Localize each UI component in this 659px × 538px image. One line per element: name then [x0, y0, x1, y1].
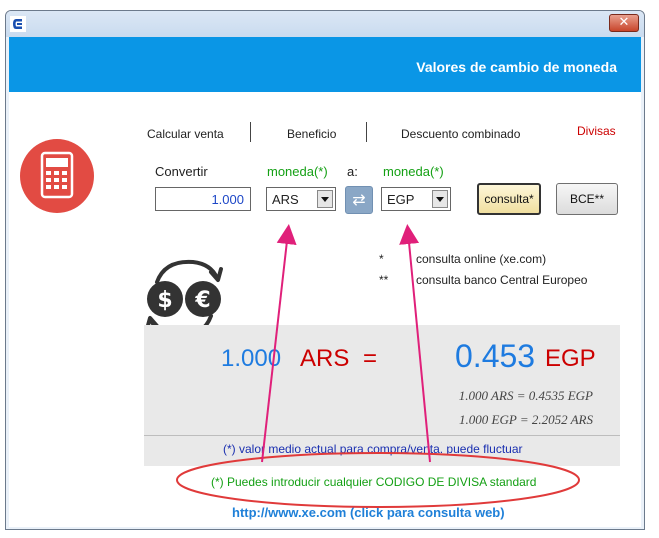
note-online: consulta online (xe.com) — [416, 252, 547, 266]
rate-line-reverse: 1.000 EGP = 2.2052 ARS — [459, 412, 593, 427]
rate-line-forward: 1.000 ARS = 0.4535 EGP — [458, 388, 593, 403]
svg-text:€: € — [194, 288, 210, 313]
header-title: Valores de cambio de moneda — [416, 59, 617, 75]
to-label: a: — [347, 164, 358, 179]
result-equals: = — [363, 345, 378, 372]
calculator-icon — [20, 139, 94, 213]
tab-divisas[interactable]: Divisas — [577, 124, 616, 138]
result-from-currency: ARS — [300, 345, 350, 372]
tab-descuento-combinado[interactable]: Descuento combinado — [401, 127, 520, 141]
result-to-currency: EGP — [545, 345, 596, 372]
consulta-button[interactable]: consulta* — [477, 183, 541, 215]
note-bce: consulta banco Central Europeo — [416, 273, 588, 287]
currency-code-hint: (*) Puedes introducir cualquier CODIGO D… — [211, 475, 537, 489]
result-to-amount: 0.453 — [455, 338, 536, 374]
convert-label: Convertir — [155, 164, 208, 179]
amount-input[interactable] — [155, 187, 251, 211]
note-mark-double-star: ** — [379, 273, 389, 287]
client-area: Valores de cambio de moneda Calcular ven… — [9, 37, 641, 527]
app-window: ✕ Valores de cambio de moneda Calcular v… — [5, 10, 645, 530]
chevron-down-icon[interactable] — [317, 190, 333, 208]
result-divider — [144, 435, 620, 436]
bce-button[interactable]: BCE** — [556, 183, 618, 215]
tab-beneficio[interactable]: Beneficio — [287, 127, 336, 141]
to-currency-label: moneda(*) — [383, 164, 444, 179]
xe-link[interactable]: http://www.xe.com (click para consulta w… — [232, 505, 505, 520]
tab-calcular-venta[interactable]: Calcular venta — [147, 127, 224, 141]
rate-disclaimer: (*) valor medio actual para compra/venta… — [223, 442, 523, 456]
chevron-down-icon[interactable] — [432, 190, 448, 208]
note-mark-star: * — [379, 252, 384, 266]
from-currency-label: moneda(*) — [267, 164, 328, 179]
from-currency-value: ARS — [272, 192, 299, 207]
header-bar: Valores de cambio de moneda — [9, 37, 641, 92]
svg-text:$: $ — [157, 288, 172, 313]
c-logo-icon — [10, 16, 26, 32]
from-currency-select[interactable]: ARS — [266, 187, 336, 211]
result-from-amount: 1.000 — [221, 345, 282, 372]
close-button[interactable]: ✕ — [609, 14, 639, 32]
swap-currencies-button[interactable]: ⇄ — [345, 186, 373, 214]
title-bar[interactable]: ✕ — [6, 11, 644, 37]
swap-icon: ⇄ — [352, 190, 366, 209]
tab-divider — [250, 122, 251, 142]
close-icon: ✕ — [618, 15, 630, 30]
content-area: Calcular venta Beneficio Descuento combi… — [9, 92, 641, 527]
to-currency-value: EGP — [387, 192, 415, 207]
tab-divider — [366, 122, 367, 142]
to-currency-select[interactable]: EGP — [381, 187, 451, 211]
